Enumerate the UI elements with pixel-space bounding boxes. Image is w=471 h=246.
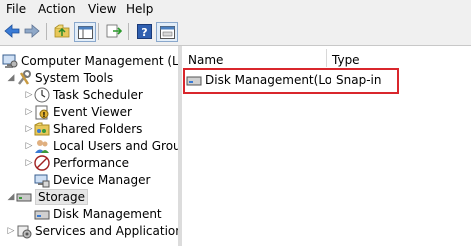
menu-file[interactable]: File [6,2,26,16]
collapsed-arrow-icon[interactable]: ▷ [6,226,16,236]
back-arrow-icon[interactable] [2,22,22,40]
collapsed-arrow-icon[interactable]: ▷ [24,90,34,100]
collapsed-arrow-icon[interactable]: ▷ [24,141,34,151]
menu-view[interactable]: View [88,2,116,16]
menu-action[interactable]: Action [38,2,76,16]
tree-item-event-viewer[interactable]: ▷ ! Event Viewer [24,103,132,120]
tree-label-event-viewer: Event Viewer [53,104,132,119]
tree-item-system-tools[interactable]: ◢ System Tools [6,69,113,86]
event-viewer-icon: ! [34,104,50,120]
svg-text:?: ? [141,26,147,39]
up-folder-icon[interactable] [52,22,72,40]
disk-management-icon [34,206,50,222]
tree-label-shared-folders: Shared Folders [53,121,143,136]
toolbar-separator [128,23,129,40]
collapsed-arrow-icon[interactable]: ▷ [24,158,34,168]
storage-icon [16,189,32,205]
toolbar-separator [46,23,47,40]
toolbar-separator [98,23,99,40]
users-icon [34,138,50,154]
performance-icon [34,154,50,171]
clock-icon [34,87,50,103]
tree-item-task-scheduler[interactable]: ▷ Task Scheduler [24,86,143,103]
system-tools-icon [16,69,32,86]
tree-label-performance: Performance [53,155,130,170]
tree-label-computer-management: Computer Management (Local [21,53,178,68]
collapsed-arrow-icon[interactable]: ▷ [24,124,34,134]
tree-item-computer-management[interactable]: Computer Management (Local [2,52,178,69]
tree-item-services-applications[interactable]: ▷ Services and Applications [6,222,178,239]
forward-arrow-icon[interactable] [22,22,42,40]
tree-item-performance[interactable]: ▷ Performance [24,154,129,171]
toolbar: ? [0,18,471,46]
tree-item-storage[interactable]: ◢ Storage [6,188,88,205]
computer-management-icon [2,53,18,69]
tree-label-local-users-groups: Local Users and Groups [53,138,178,153]
highlight-box [183,68,399,94]
column-separator[interactable] [326,49,327,67]
tree-label-device-manager: Device Manager [53,172,151,187]
show-hide-tree-icon[interactable] [74,22,96,42]
navigation-tree: Computer Management (Local ◢ System Tool… [0,46,178,246]
expanded-arrow-icon[interactable]: ◢ [6,73,16,83]
menu-help[interactable]: Help [126,2,153,16]
shared-folder-icon [34,121,50,137]
column-header-type[interactable]: Type [332,53,360,67]
tree-item-local-users-groups[interactable]: ▷ Local Users and Groups [24,137,178,154]
tree-item-shared-folders[interactable]: ▷ Shared Folders [24,120,143,137]
svg-text:!: ! [42,111,45,119]
export-list-icon[interactable] [104,22,124,40]
tree-item-device-manager[interactable]: Device Manager [34,171,150,188]
tree-label-task-scheduler: Task Scheduler [53,87,143,102]
menu-bar: File Action View Help [0,0,471,18]
tree-item-disk-management[interactable]: Disk Management [34,205,162,222]
collapsed-arrow-icon[interactable]: ▷ [24,107,34,117]
services-icon [16,223,32,239]
tree-label-storage: Storage [35,188,88,205]
column-header-name[interactable]: Name [188,53,223,67]
device-manager-icon [34,172,50,188]
help-icon[interactable]: ? [134,22,154,40]
tree-label-system-tools: System Tools [35,70,114,85]
properties-icon[interactable] [156,22,178,42]
tree-label-services-applications: Services and Applications [35,223,178,238]
tree-label-disk-management: Disk Management [53,206,162,221]
expanded-arrow-icon[interactable]: ◢ [6,192,16,202]
